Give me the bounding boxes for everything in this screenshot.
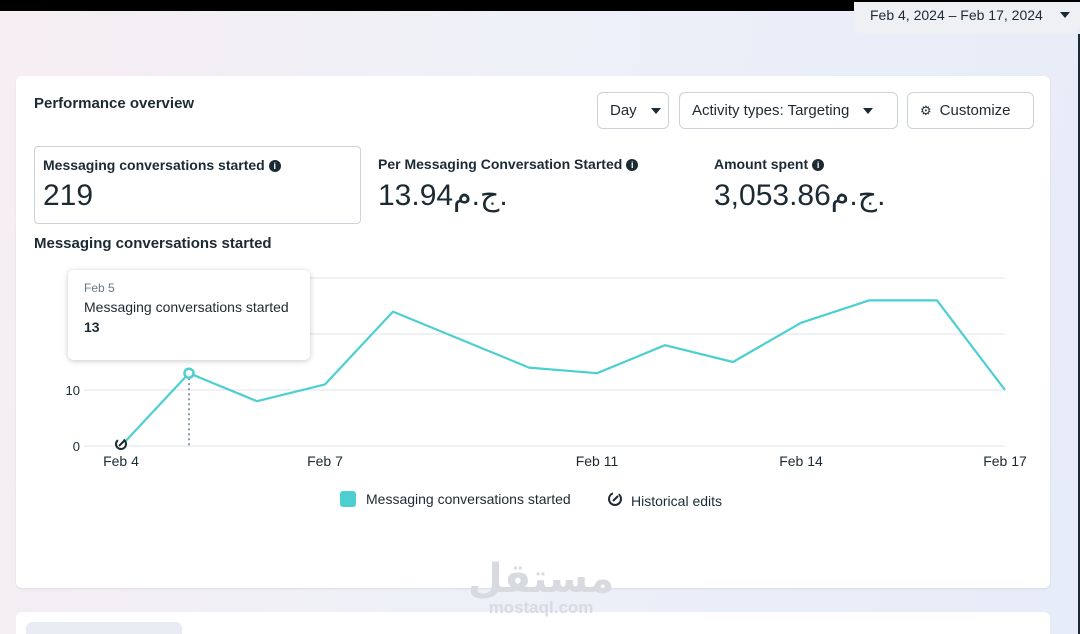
legend-label-edits: Historical edits xyxy=(631,492,723,509)
legend-swatch xyxy=(340,491,356,507)
legend-label-series: Messaging conversations started xyxy=(366,491,571,507)
next-panel-tab xyxy=(26,622,182,634)
tooltip-date: Feb 5 xyxy=(84,281,115,295)
tooltip-value: 13 xyxy=(84,319,100,335)
hover-point xyxy=(183,367,195,379)
watermark-logo: مستقل mostaql.com xyxy=(467,557,615,617)
date-range-picker[interactable]: Feb 4, 2024 – Feb 17, 2024 xyxy=(854,2,1080,34)
chart-tooltip: Feb 5 Messaging conversations started 13 xyxy=(68,270,310,360)
x-tick-label: Feb 11 xyxy=(576,453,619,469)
historical-edit-marker[interactable] xyxy=(115,438,127,450)
x-tick-label: Feb 7 xyxy=(307,453,343,469)
legend-item-series[interactable]: Messaging conversations started xyxy=(340,491,571,507)
legend-item-historical-edits[interactable]: Historical edits xyxy=(607,491,722,510)
y-tick-label: 10 xyxy=(66,383,80,398)
chevron-down-icon xyxy=(1060,12,1070,18)
tooltip-label: Messaging conversations started xyxy=(84,299,289,315)
x-tick-label: Feb 14 xyxy=(779,453,823,469)
performance-overview-panel: Performance overview Day Activity types:… xyxy=(16,76,1050,588)
historical-edits-icon xyxy=(607,491,623,510)
date-range-text: Feb 4, 2024 – Feb 17, 2024 xyxy=(870,7,1043,23)
x-tick-label: Feb 4 xyxy=(103,453,139,469)
y-tick-label: 0 xyxy=(73,439,80,454)
x-tick-label: Feb 17 xyxy=(983,453,1027,469)
